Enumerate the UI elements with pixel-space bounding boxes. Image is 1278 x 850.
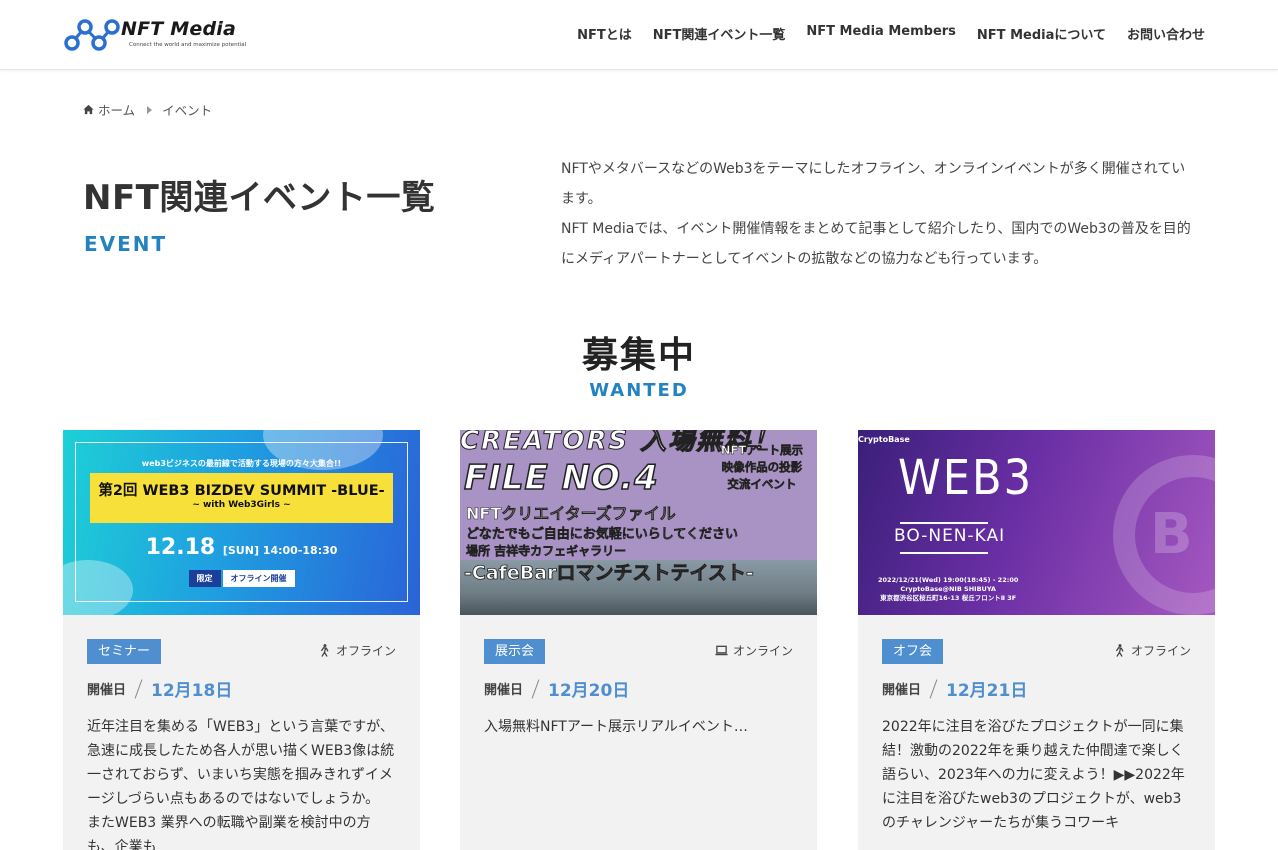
event-mode-label: オフライン — [1130, 644, 1191, 658]
event-date-row: 開催日 12月20日 — [484, 676, 793, 701]
nav-item-contact[interactable]: お問い合わせ — [1127, 24, 1205, 43]
banner-brand: CryptoBase — [858, 435, 910, 444]
intro-paragraph-1: NFTやメタバースなどのWeb3をテーマにしたオフライン、オンラインイベントが多… — [561, 161, 1186, 207]
banner-line-1: NFTクリエイターズファイル — [466, 504, 676, 524]
nav-item-about-media[interactable]: NFT Mediaについて — [977, 24, 1106, 43]
event-date: 12月18日 — [151, 681, 233, 701]
banner-title: WEB3 — [898, 450, 1034, 506]
category-badge[interactable]: セミナー — [87, 639, 162, 664]
section-title: 募集中 — [581, 335, 696, 376]
banner-right-line: 映像作品の投影 — [721, 460, 803, 475]
home-icon — [83, 104, 94, 115]
event-description: 近年注目を集める「WEB3」という言葉ですが、急速に成長したため各人が思い描くW… — [87, 719, 395, 850]
banner-line-3: 場所 吉祥寺カフェギャラリー — [466, 544, 627, 559]
event-mode: オンライン — [715, 642, 793, 659]
event-date-row: 開催日 12月21日 — [882, 676, 1191, 701]
event-card[interactable]: CREATORS 入場無料！ FILE NO.4 NFTアート展示 映像作品の投… — [460, 430, 817, 850]
banner-right-line: 交流イベント — [727, 477, 797, 492]
site-header: NFT Media Connect the world and maximize… — [0, 0, 1278, 70]
banner-info-address: 東京都渋谷区桜丘町16-13 桜丘フロントⅡ 3F — [880, 594, 1017, 602]
banner-title-box: 第2回 WEB3 BIZDEV SUMMIT -BLUE- ~ with Web… — [90, 473, 393, 523]
event-card-body: 展示会 オンライン 開催日 12月20日 入場無料NFTアート展示リアルイベント… — [460, 615, 817, 739]
banner-info: 2022/12/21(Wed) 19:00(18:45) - 22:00 Cry… — [878, 576, 1018, 603]
event-card-body: セミナー オフライン 開催日 12月18日 近年注目を集める「WEB3」という言… — [63, 615, 420, 850]
logo-tagline: Connect the world and maximize potential — [129, 42, 247, 48]
breadcrumb-current: イベント — [162, 103, 213, 118]
breadcrumb: ホーム イベント — [83, 100, 212, 119]
banner-date-day: 12.18 — [145, 535, 216, 560]
banner-line-2: どなたでもご自由にお気軽にいらしてください — [466, 527, 738, 543]
banner-tag-offline: オフライン開催 — [222, 570, 295, 587]
date-divider — [531, 678, 540, 699]
page-subtitle: EVENT — [84, 232, 168, 256]
banner-tag-limited: 限定 — [188, 570, 221, 587]
event-date: 12月20日 — [548, 681, 630, 701]
logo-network-icon — [64, 19, 120, 51]
section-subtitle: WANTED — [589, 380, 689, 401]
banner-with: ~ with Web3Girls ~ — [192, 500, 291, 510]
page-intro: NFTやメタバースなどのWeb3をテーマにしたオフライン、オンラインイベントが多… — [561, 154, 1191, 274]
banner-file-title: FILE NO.4 — [463, 457, 659, 499]
walking-person-icon — [1116, 644, 1124, 657]
event-date-row: 開催日 12月18日 — [87, 676, 396, 701]
banner-tagline: web3ビジネスの最前線で活動する現場の方々大集合!! — [141, 459, 342, 468]
nav-item-members[interactable]: NFT Media Members — [806, 24, 956, 43]
walking-person-icon — [321, 644, 329, 657]
laptop-icon — [715, 645, 728, 656]
event-banner-image[interactable]: web3ビジネスの最前線で活動する現場の方々大集合!! 第2回 WEB3 BIZ… — [63, 430, 420, 615]
banner-info-datetime: 2022/12/21(Wed) 19:00(18:45) - 22:00 — [878, 576, 1019, 584]
banner-date-time: [SUN] 14:00-18:30 — [222, 544, 338, 557]
event-description: 入場無料NFTアート展示リアルイベント… — [484, 719, 748, 735]
banner-right-text: NFTアート展示 映像作品の投影 交流イベント — [720, 442, 804, 493]
event-date: 12月21日 — [946, 681, 1028, 701]
banner-cafe-name: -CafeBarロマンチストテイスト- — [464, 562, 755, 585]
category-badge[interactable]: オフ会 — [882, 639, 944, 664]
event-banner-image[interactable]: B CryptoBase WEB3 BO-NEN-KAI 2022/12/21(… — [858, 430, 1215, 615]
event-card[interactable]: web3ビジネスの最前線で活動する現場の方々大集合!! 第2回 WEB3 BIZ… — [63, 430, 420, 850]
breadcrumb-separator-icon — [147, 105, 153, 114]
nav-item-events[interactable]: NFT関連イベント一覧 — [653, 24, 786, 43]
category-badge[interactable]: 展示会 — [484, 639, 546, 664]
site-logo[interactable]: NFT Media Connect the world and maximize… — [63, 16, 248, 54]
banner-rule — [900, 522, 988, 524]
event-mode-label: オフライン — [335, 644, 396, 658]
banner-tags: 限定 オフライン開催 — [63, 570, 420, 587]
intro-paragraph-2: NFT Mediaでは、イベント開催情報をまとめて記事として紹介したり、国内での… — [561, 221, 1191, 267]
banner-subtitle: BO-NEN-KAI — [894, 526, 1006, 546]
date-divider — [929, 678, 938, 699]
page-title: NFT関連イベント一覧 — [83, 178, 436, 218]
nav-item-about-nft[interactable]: NFTとは — [577, 24, 632, 43]
logo-text: NFT Media — [121, 18, 236, 40]
event-mode: オフライン — [318, 642, 396, 659]
main-nav: NFTとは NFT関連イベント一覧 NFT Media Members NFT … — [577, 24, 1205, 43]
banner-coin-letter: B — [1150, 502, 1193, 567]
date-label: 開催日 — [484, 683, 524, 698]
event-mode: オフライン — [1113, 642, 1191, 659]
banner-rule — [900, 552, 988, 554]
event-banner-image[interactable]: CREATORS 入場無料！ FILE NO.4 NFTアート展示 映像作品の投… — [460, 430, 817, 615]
banner-date: 12.18 [SUN] 14:00-18:30 — [63, 535, 420, 560]
event-description: 2022年に注目を浴びたプロジェクトが一同に集結！激動の2022年を乗り越えた仲… — [882, 719, 1185, 831]
breadcrumb-home[interactable]: ホーム — [98, 100, 135, 119]
banner-title: 第2回 WEB3 BIZDEV SUMMIT -BLUE- — [98, 483, 385, 499]
event-mode-label: オンライン — [732, 644, 793, 658]
event-card[interactable]: B CryptoBase WEB3 BO-NEN-KAI 2022/12/21(… — [858, 430, 1215, 850]
banner-info-venue: CryptoBase@NIB SHIBUYA — [900, 585, 996, 593]
banner-right-line: NFTアート展示 — [720, 443, 804, 458]
date-label: 開催日 — [87, 683, 127, 698]
event-card-body: オフ会 オフライン 開催日 12月21日 2022年に注目を浴びたプロジェクトが… — [858, 615, 1215, 835]
date-label: 開催日 — [882, 683, 922, 698]
date-divider — [134, 678, 143, 699]
